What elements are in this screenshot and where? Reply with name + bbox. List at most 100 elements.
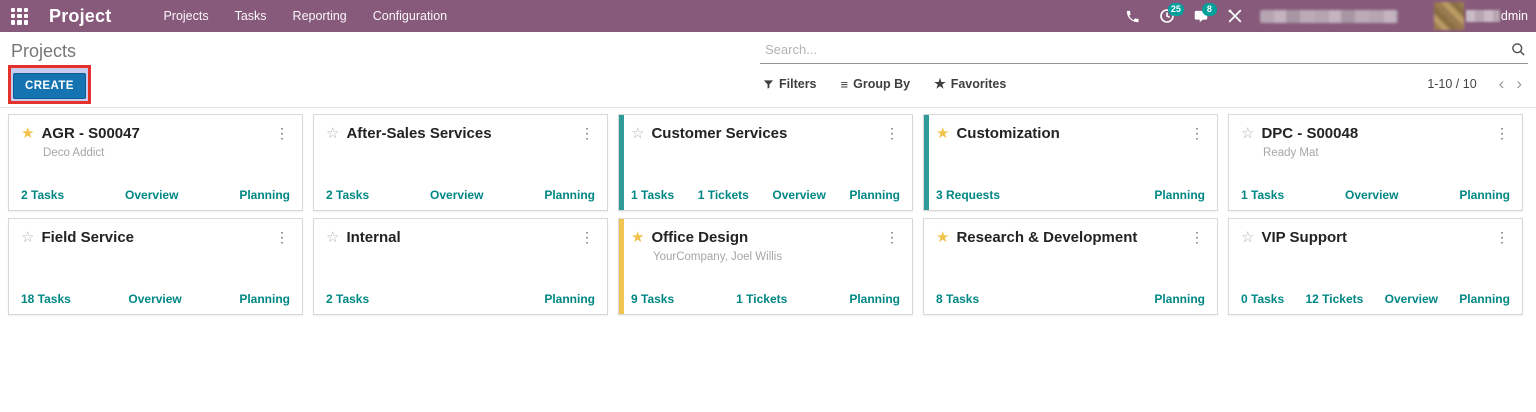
kebab-menu-icon[interactable]: ⋮: [881, 123, 903, 144]
card-footer: 1 Tasks 1 Tickets Overview Planning: [631, 180, 900, 202]
project-card[interactable]: ☆ Customer Services ⋮ 1 Tasks 1 Tickets Ov…: [618, 114, 913, 211]
favorites-button[interactable]: ★ Favorites: [934, 76, 1006, 92]
project-card[interactable]: ★ AGR - S00047 ⋮ Deco Addict 2 Tasks Over…: [8, 114, 303, 211]
kebab-menu-icon[interactable]: ⋮: [576, 227, 598, 248]
card-link[interactable]: 0 Tasks: [1241, 292, 1284, 306]
project-card-title[interactable]: AGR - S00047: [41, 125, 139, 143]
favorite-star-icon[interactable]: ☆: [631, 125, 644, 143]
menu-item-reporting[interactable]: Reporting: [293, 9, 347, 23]
activity-clock-icon[interactable]: 25: [1150, 0, 1184, 32]
create-button[interactable]: CREATE: [13, 73, 86, 99]
project-card-title[interactable]: VIP Support: [1261, 229, 1347, 247]
card-link[interactable]: Planning: [849, 292, 900, 306]
card-link[interactable]: Overview: [772, 188, 825, 202]
favorite-star-icon[interactable]: ★: [936, 125, 949, 143]
favorite-star-icon[interactable]: ☆: [1241, 125, 1254, 143]
card-link[interactable]: 2 Tasks: [326, 188, 369, 202]
card-link[interactable]: 18 Tasks: [21, 292, 71, 306]
topbar-right: 25 8 dmin: [1116, 0, 1528, 32]
project-card[interactable]: ☆ DPC - S00048 ⋮ Ready Mat 1 Tasks Overvi…: [1228, 114, 1523, 211]
kebab-menu-icon[interactable]: ⋮: [271, 227, 293, 248]
menu-item-tasks[interactable]: Tasks: [235, 9, 267, 23]
phone-icon[interactable]: [1116, 0, 1150, 32]
favorite-star-icon[interactable]: ☆: [326, 229, 339, 247]
kebab-menu-icon[interactable]: ⋮: [1186, 227, 1208, 248]
favorite-star-icon: ★: [934, 76, 946, 91]
card-link[interactable]: 1 Tasks: [1241, 188, 1284, 202]
search-input[interactable]: [760, 38, 1528, 64]
card-header: ☆ VIP Support: [1241, 229, 1510, 247]
favorite-star-icon[interactable]: ★: [21, 125, 34, 143]
card-link[interactable]: Overview: [1345, 188, 1398, 202]
card-link[interactable]: Planning: [1154, 188, 1205, 202]
project-card[interactable]: ★ Office Design ⋮ YourCompany, Joel Will…: [618, 218, 913, 315]
card-header: ★ AGR - S00047: [21, 125, 290, 143]
favorite-star-icon[interactable]: ★: [936, 229, 949, 247]
project-card[interactable]: ☆ Field Service ⋮ 18 Tasks Overview Planni…: [8, 218, 303, 315]
card-link[interactable]: Planning: [239, 188, 290, 202]
user-name-suffix[interactable]: dmin: [1501, 9, 1528, 23]
card-link[interactable]: Overview: [128, 292, 181, 306]
project-card[interactable]: ★ Customization ⋮ 3 Requests Planning: [923, 114, 1218, 211]
card-link[interactable]: 1 Tickets: [736, 292, 787, 306]
card-link[interactable]: 2 Tasks: [21, 188, 64, 202]
pager-previous-button[interactable]: ‹: [1493, 75, 1511, 92]
card-link[interactable]: 12 Tickets: [1305, 292, 1363, 306]
kebab-menu-icon[interactable]: ⋮: [1491, 227, 1513, 248]
card-link[interactable]: 3 Requests: [936, 188, 1000, 202]
project-card-title[interactable]: Customization: [956, 125, 1059, 143]
group-by-button[interactable]: ≡ Group By: [841, 77, 911, 92]
card-link[interactable]: 2 Tasks: [326, 292, 369, 306]
messages-icon[interactable]: 8: [1184, 0, 1218, 32]
kebab-menu-icon[interactable]: ⋮: [271, 123, 293, 144]
kebab-menu-icon[interactable]: ⋮: [881, 227, 903, 248]
card-link[interactable]: 8 Tasks: [936, 292, 979, 306]
project-card-title[interactable]: Research & Development: [956, 229, 1137, 247]
favorite-star-icon[interactable]: ☆: [326, 125, 339, 143]
favorite-star-icon[interactable]: ★: [631, 229, 644, 247]
pager-next-button[interactable]: ›: [1510, 75, 1528, 92]
card-link[interactable]: Planning: [1154, 292, 1205, 306]
project-card[interactable]: ☆ VIP Support ⋮ 0 Tasks 12 Tickets Overvie…: [1228, 218, 1523, 315]
card-header: ★ Office Design: [631, 229, 900, 247]
project-card-title[interactable]: After-Sales Services: [346, 125, 491, 143]
card-link[interactable]: 9 Tasks: [631, 292, 674, 306]
project-card-title[interactable]: Field Service: [41, 229, 134, 247]
company-name-redacted[interactable]: [1259, 9, 1398, 23]
card-link[interactable]: Overview: [430, 188, 483, 202]
project-card-title[interactable]: Internal: [346, 229, 400, 247]
card-link[interactable]: Planning: [849, 188, 900, 202]
user-avatar-redacted[interactable]: [1433, 2, 1464, 30]
card-link[interactable]: Overview: [125, 188, 178, 202]
card-link[interactable]: Planning: [1459, 188, 1510, 202]
card-link[interactable]: Planning: [544, 188, 595, 202]
card-link[interactable]: Planning: [544, 292, 595, 306]
kebab-menu-icon[interactable]: ⋮: [576, 123, 598, 144]
project-card[interactable]: ★ Research & Development ⋮ 8 Tasks Planni…: [923, 218, 1218, 315]
search-icon[interactable]: [1511, 42, 1526, 62]
card-header: ★ Customization: [936, 125, 1205, 143]
card-link[interactable]: 1 Tasks: [631, 188, 674, 202]
apps-menu-icon[interactable]: [11, 7, 28, 25]
filters-button[interactable]: Filters: [763, 77, 817, 91]
project-card-title[interactable]: Customer Services: [651, 125, 787, 143]
tools-icon[interactable]: [1218, 0, 1252, 32]
breadcrumb[interactable]: Projects: [11, 41, 76, 62]
project-card[interactable]: ☆ Internal ⋮ 2 Tasks Planning: [313, 218, 608, 315]
card-link[interactable]: 1 Tickets: [698, 188, 749, 202]
favorite-star-icon[interactable]: ☆: [21, 229, 34, 247]
kebab-menu-icon[interactable]: ⋮: [1186, 123, 1208, 144]
project-card[interactable]: ☆ After-Sales Services ⋮ 2 Tasks Overview…: [313, 114, 608, 211]
card-link[interactable]: Planning: [239, 292, 290, 306]
project-card-title[interactable]: DPC - S00048: [1261, 125, 1358, 143]
app-title[interactable]: Project: [49, 6, 111, 27]
card-header: ☆ After-Sales Services: [326, 125, 595, 143]
card-link[interactable]: Planning: [1459, 292, 1510, 306]
kebab-menu-icon[interactable]: ⋮: [1491, 123, 1513, 144]
favorite-star-icon[interactable]: ☆: [1241, 229, 1254, 247]
project-card-title[interactable]: Office Design: [651, 229, 748, 247]
menu-item-configuration[interactable]: Configuration: [373, 9, 447, 23]
menu-item-projects[interactable]: Projects: [163, 9, 208, 23]
card-link[interactable]: Overview: [1385, 292, 1438, 306]
funnel-icon: [763, 79, 774, 89]
